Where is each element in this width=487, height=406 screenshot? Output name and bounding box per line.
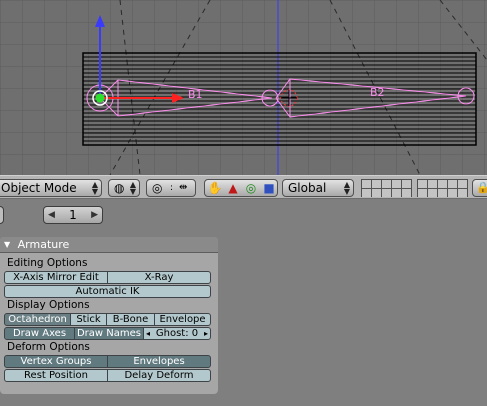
frame-number-value: 1 [69, 208, 77, 222]
lock-icon: 🔒 [476, 181, 487, 194]
viewport-canvas[interactable]: B1 B2 [0, 0, 487, 175]
automatic-ik-button[interactable]: Automatic IK [4, 285, 211, 298]
decrement-arrow-icon[interactable]: ◂ [146, 328, 150, 339]
panel-title: Armature [17, 238, 70, 251]
select-arrows-icon: : [170, 183, 174, 193]
hand-icon[interactable]: ✋ [206, 180, 224, 196]
mode-select-label: Object Mode [1, 181, 77, 195]
frame-number-field[interactable]: ◀ 1 ▶ [43, 206, 103, 224]
draw-names-button[interactable]: Draw Names [74, 327, 144, 340]
mode-select[interactable]: Object Mode ▲ ▼ [0, 179, 102, 197]
deform-options-label: Deform Options [7, 341, 90, 353]
viewport-shading-select[interactable]: ◍ ▲ ▼ [108, 179, 140, 197]
transform-orientation-select[interactable]: Global ▲ ▼ [282, 179, 354, 197]
editing-options-label: Editing Options [7, 257, 88, 269]
layer-grid-right[interactable] [417, 179, 468, 197]
rotate-icon[interactable]: ◎ [242, 180, 260, 196]
pivot-icon: ◎ [152, 181, 163, 195]
select-arrows-icon: ▲ ▼ [129, 180, 136, 196]
stick-button[interactable]: Stick [70, 313, 107, 326]
bone-label-b2: B2 [370, 86, 385, 99]
increment-arrow-icon[interactable]: ▸ [204, 328, 208, 339]
decrement-arrow-icon[interactable]: ◀ [48, 207, 55, 223]
x-ray-button[interactable]: X-Ray [107, 271, 211, 284]
viewport-shading-icon: ◍ [114, 181, 125, 195]
ghost-number-field[interactable]: ◂ Ghost: 0 ▸ [143, 327, 211, 340]
draw-axes-button[interactable]: Draw Axes [4, 327, 75, 340]
ghost-label: Ghost: 0 [155, 328, 199, 339]
x-axis-mirror-edit-button[interactable]: X-Axis Mirror Edit [4, 271, 108, 284]
deform-row-1: Vertex Groups Envelopes [4, 355, 211, 368]
display-options-label: Display Options [7, 299, 90, 311]
delay-deform-button[interactable]: Delay Deform [107, 369, 211, 382]
scale-icon[interactable]: ■ [260, 180, 278, 196]
envelopes-button[interactable]: Envelopes [107, 355, 211, 368]
manipulator-group: ✋ ▲ ◎ ■ [204, 179, 278, 197]
select-arrows-icon: ▲ ▼ [91, 180, 98, 196]
translate-icon[interactable]: ▲ [224, 180, 242, 196]
transform-orientation-label: Global [288, 181, 327, 195]
manipulator-toggle-icon: ⇹ [179, 182, 188, 193]
buttons-toolbar: ◀ 1 ▶ [0, 200, 487, 230]
editing-row-2: Automatic IK [4, 285, 211, 298]
viewport-header: Object Mode ▲ ▼ ◍ ▲ ▼ ◎ : ⇹ ✋ ▲ ◎ ■ Global… [0, 175, 487, 199]
display-row-2: Draw Axes Draw Names ◂ Ghost: 0 ▸ [4, 327, 211, 340]
display-row-1: Octahedron Stick B-Bone Envelope [4, 313, 211, 326]
armature-panel: ▼ Armature Editing Options X-Axis Mirror… [0, 237, 218, 394]
envelope-button[interactable]: Envelope [154, 313, 211, 326]
vertex-groups-button[interactable]: Vertex Groups [4, 355, 108, 368]
layer-grid-left[interactable] [361, 179, 412, 197]
deform-row-2: Rest Position Delay Deform [4, 369, 211, 382]
3d-viewport[interactable]: B1 B2 [0, 0, 487, 175]
collapse-triangle-icon[interactable]: ▼ [4, 237, 10, 252]
rest-position-button[interactable]: Rest Position [4, 369, 108, 382]
increment-arrow-icon[interactable]: ▶ [91, 207, 98, 223]
bone-label-b1: B1 [188, 88, 203, 101]
octahedron-button[interactable]: Octahedron [4, 313, 71, 326]
select-arrows-icon: ▲ ▼ [343, 180, 350, 196]
pivot-select[interactable]: ◎ : ⇹ [146, 179, 196, 197]
buttons-window: ◀ 1 ▶ ▼ Armature Editing Options X-Axis … [0, 200, 487, 406]
panel-header[interactable]: ▼ Armature [0, 237, 218, 253]
viewport-grid [0, 0, 487, 175]
bbone-button[interactable]: B-Bone [106, 313, 155, 326]
editing-row-1: X-Axis Mirror Edit X-Ray [4, 271, 211, 284]
clipped-field[interactable] [0, 206, 4, 224]
lock-layers-button[interactable]: 🔒 [472, 179, 487, 197]
